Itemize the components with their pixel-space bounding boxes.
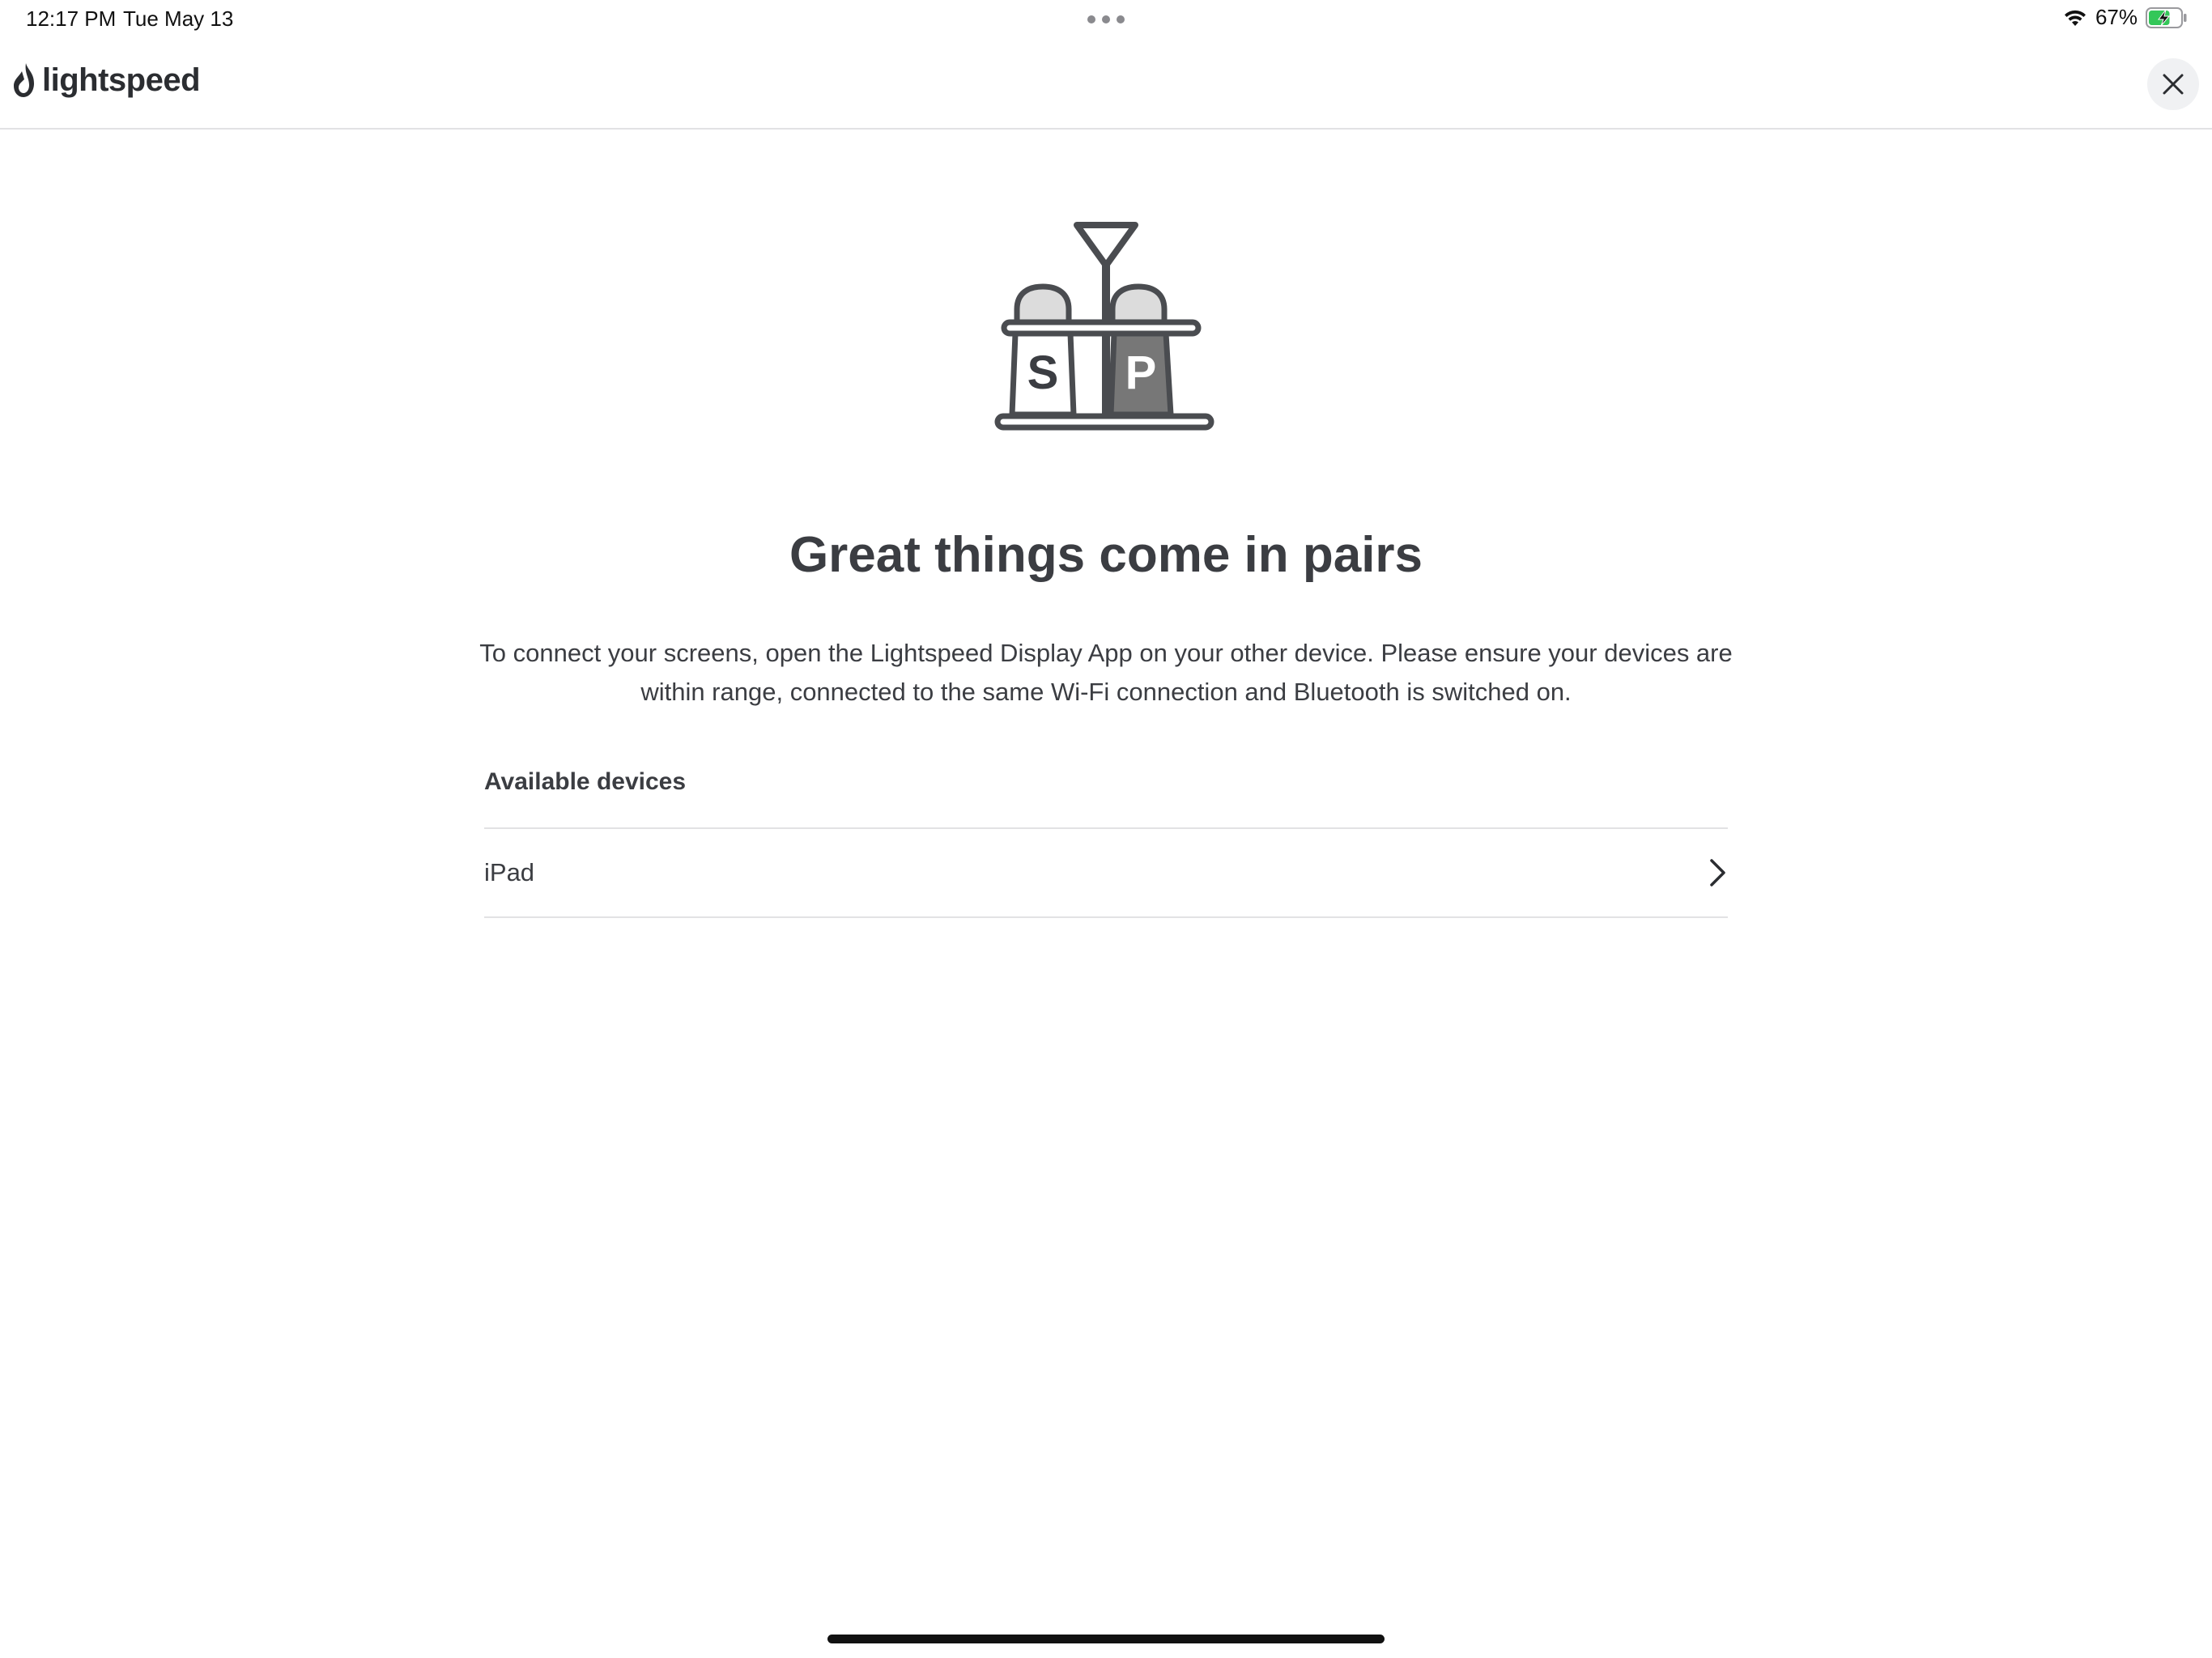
available-devices-section: Available devices iPad <box>484 764 1728 918</box>
chevron-right-icon <box>1708 857 1728 888</box>
available-devices-heading: Available devices <box>484 768 687 795</box>
pepper-letter: P <box>1125 346 1157 399</box>
battery-charging-icon <box>2146 6 2188 28</box>
battery-percent: 67% <box>2095 5 2138 29</box>
app-header: lightspeed <box>0 40 2212 130</box>
dot <box>1117 15 1125 23</box>
dot <box>1087 15 1095 23</box>
status-date: Tue May 13 <box>123 6 234 31</box>
logo-text: lightspeed <box>42 62 201 98</box>
flame-logo-icon <box>11 62 37 99</box>
close-icon <box>2163 74 2184 95</box>
device-list: iPad <box>484 827 1728 918</box>
status-indicators: 67% <box>2063 5 2188 30</box>
lightspeed-logo: lightspeed <box>11 62 201 99</box>
device-row-ipad[interactable]: iPad <box>484 829 1728 918</box>
status-time: 12:17 PM <box>26 6 117 31</box>
close-button[interactable] <box>2147 58 2199 110</box>
salt-letter: S <box>1027 346 1059 399</box>
multitasking-dots[interactable] <box>1087 15 1125 23</box>
device-name: iPad <box>484 858 535 886</box>
status-bar: 12:17 PM Tue May 13 67% <box>0 0 2212 40</box>
wifi-icon <box>2063 8 2087 28</box>
salt-pepper-shakers-icon: S P <box>993 219 1219 437</box>
pairing-screen: 12:17 PM Tue May 13 67% lightspeed S P G… <box>0 0 2212 1658</box>
pairing-instructions: To connect your screens, open the Lights… <box>479 639 1733 706</box>
home-indicator[interactable] <box>827 1635 1385 1643</box>
dot <box>1102 15 1110 23</box>
page-title: Great things come in pairs <box>789 526 1423 583</box>
